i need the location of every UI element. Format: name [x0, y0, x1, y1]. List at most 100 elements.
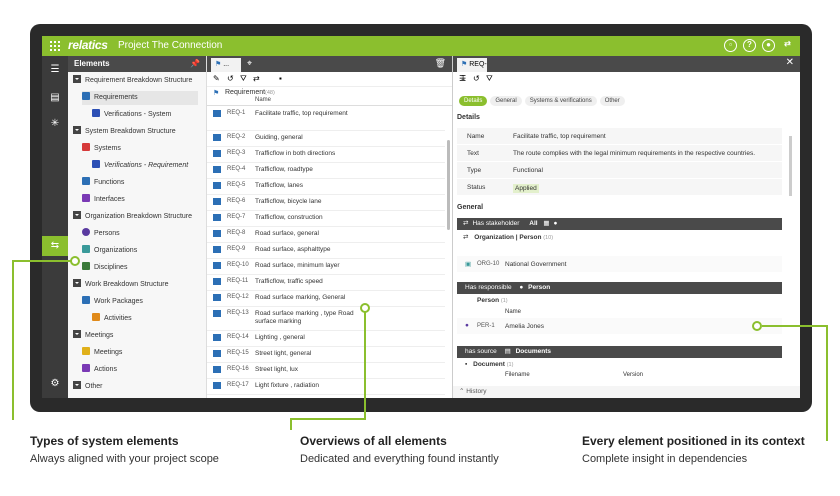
tree-item[interactable]: Organization Breakdown Structure: [73, 210, 198, 224]
field-text: Text The route complies with the legal mi…: [457, 145, 782, 162]
undo-icon[interactable]: ↺: [227, 74, 234, 83]
table-row[interactable]: REQ-1 Facilitate traffic, top requirement: [207, 106, 445, 131]
table-row[interactable]: REQ-2 Guiding, general: [207, 130, 445, 147]
tree-item-label: Organization Breakdown Structure: [85, 213, 192, 220]
document-icon[interactable]: ▤: [49, 92, 61, 104]
table-row[interactable]: REQ-3 Trafficflow in both directions: [207, 146, 445, 163]
tree-item[interactable]: Other: [73, 380, 198, 394]
filter-icon[interactable]: ⛛: [240, 74, 247, 84]
responsible-bar[interactable]: Has responsible ● Person: [457, 282, 782, 294]
column-version[interactable]: Version: [623, 372, 643, 378]
status-badge[interactable]: Applied: [513, 184, 539, 193]
share-icon[interactable]: ⇄: [781, 39, 794, 52]
list-count: (48): [265, 90, 275, 96]
filter-icon[interactable]: ⛛: [486, 74, 493, 84]
responsible-row[interactable]: ● PER-1 Amelia Jones: [457, 318, 782, 334]
tree-item[interactable]: Organizations: [82, 244, 198, 258]
settings-icon[interactable]: ⚙: [49, 378, 61, 390]
tree-item-label: Functions: [94, 179, 125, 186]
table-row[interactable]: REQ-16 Street light, lux: [207, 362, 445, 379]
table-row[interactable]: REQ-8 Road surface, general: [207, 226, 445, 243]
field-value[interactable]: The route complies with the legal minimu…: [513, 150, 755, 157]
requirement-icon: [213, 382, 221, 389]
tree-item[interactable]: Disciplines: [82, 261, 198, 275]
trash-icon[interactable]: 🗑: [435, 58, 446, 69]
tab-systems-verifications[interactable]: Systems & verifications: [524, 96, 597, 106]
field-value[interactable]: Functional: [513, 167, 543, 174]
window-icon[interactable]: ▫: [724, 39, 737, 52]
apps-grid-icon[interactable]: [50, 41, 60, 51]
file-icon[interactable]: ▪: [279, 74, 282, 83]
tree-item[interactable]: Work Breakdown Structure: [73, 278, 198, 292]
source-bar[interactable]: has source ▤ Documents: [457, 346, 782, 358]
relations-tab[interactable]: ⇆: [42, 236, 68, 256]
tree-item[interactable]: Systems: [82, 142, 198, 156]
column-name[interactable]: Name: [255, 97, 271, 103]
field-value[interactable]: Facilitate traffic, top requirement: [513, 133, 606, 140]
table-row[interactable]: REQ-9 Road surface, asphalttype: [207, 242, 445, 259]
tab-general[interactable]: General: [490, 96, 522, 106]
relations-icon: ⇆: [50, 240, 60, 251]
tree-item-label: Other: [85, 383, 103, 390]
column-name[interactable]: Name: [505, 309, 521, 315]
detail-scrollbar[interactable]: [789, 136, 792, 196]
table-row[interactable]: REQ-10 Road surface, minimum layer: [207, 258, 445, 275]
pin-icon[interactable]: 📌: [190, 56, 200, 72]
undo-icon[interactable]: ↺: [473, 74, 480, 83]
tree-item[interactable]: Requirement Breakdown Structure: [73, 74, 198, 88]
table-row[interactable]: REQ-5 Trafficflow, lanes: [207, 178, 445, 195]
stakeholder-bar[interactable]: ⇄ Has stakeholder All ▦ ●: [457, 218, 782, 230]
table-row[interactable]: REQ-13 Road surface marking , type Road s…: [207, 306, 445, 331]
close-icon[interactable]: ✕: [786, 57, 794, 68]
tree-item[interactable]: Functions: [82, 176, 198, 190]
tree-item[interactable]: Work Packages: [82, 295, 198, 309]
expand-box-icon[interactable]: [73, 330, 81, 339]
list-tab[interactable]: ⚑ ...: [211, 58, 241, 72]
help-icon[interactable]: ?: [743, 39, 756, 52]
row-name: Light fixture , radiation: [255, 382, 319, 389]
requirement-icon: [213, 262, 221, 269]
tree-item[interactable]: System Breakdown Structure: [73, 125, 198, 139]
tree-item[interactable]: Interfaces: [82, 193, 198, 207]
table-row[interactable]: REQ-4 Trafficflow, roadtype: [207, 162, 445, 179]
elements-icon[interactable]: ☰: [49, 64, 61, 76]
expand-box-icon[interactable]: [73, 126, 81, 135]
table-row[interactable]: REQ-15 Street light, general: [207, 346, 445, 363]
tree-item-label: System Breakdown Structure: [85, 128, 176, 135]
add-icon[interactable]: ✎: [213, 74, 220, 83]
expand-box-icon[interactable]: [73, 75, 81, 84]
row-name: Trafficflow in both directions: [255, 150, 336, 157]
stakeholder-filter[interactable]: All: [529, 220, 537, 227]
table-row[interactable]: REQ-12 Road surface marking, General: [207, 290, 445, 307]
tree-item[interactable]: Activities: [92, 312, 198, 326]
list-scrollbar[interactable]: [447, 140, 450, 230]
tree-item[interactable]: Meetings: [73, 329, 198, 343]
network-icon[interactable]: ✳: [49, 118, 61, 130]
tree-item[interactable]: Meetings: [82, 346, 198, 360]
share-icon[interactable]: ⇄: [253, 74, 260, 83]
details-heading: Details: [457, 114, 480, 121]
table-row[interactable]: REQ-14 Lighting , general: [207, 330, 445, 347]
expand-box-icon[interactable]: [73, 381, 81, 390]
tree-item[interactable]: Requirements: [82, 91, 198, 105]
tree-item[interactable]: Actions: [82, 363, 198, 377]
tab-details[interactable]: Details: [459, 96, 488, 106]
table-row[interactable]: REQ-17 Light fixture , radiation: [207, 378, 445, 395]
table-row[interactable]: REQ-11 Trafficflow, traffic speed: [207, 274, 445, 291]
expand-box-icon[interactable]: [73, 279, 81, 288]
network-view-icon[interactable]: ⌖: [247, 58, 252, 69]
table-row[interactable]: REQ-6 Trafficflow, bicycle lane: [207, 194, 445, 211]
history-bar[interactable]: ⌃ History: [453, 386, 800, 398]
tab-other[interactable]: Other: [599, 96, 625, 106]
stakeholder-row[interactable]: ▣ ORG-10 National Government: [457, 256, 782, 272]
tree-item[interactable]: Persons: [82, 227, 198, 241]
column-filename[interactable]: Filename: [505, 372, 530, 378]
tree-item[interactable]: Verifications - System: [92, 108, 198, 122]
tree-item[interactable]: Verifications - Requirement: [92, 159, 198, 173]
layout-icon[interactable]: ☰: [459, 74, 466, 83]
chevron-icon: ⌃: [459, 388, 465, 395]
expand-box-icon[interactable]: [73, 211, 81, 220]
table-row[interactable]: REQ-7 Trafficflow, construction: [207, 210, 445, 227]
user-icon[interactable]: ●: [762, 39, 775, 52]
detail-tab[interactable]: ⚑ REQ-1: [457, 58, 487, 82]
